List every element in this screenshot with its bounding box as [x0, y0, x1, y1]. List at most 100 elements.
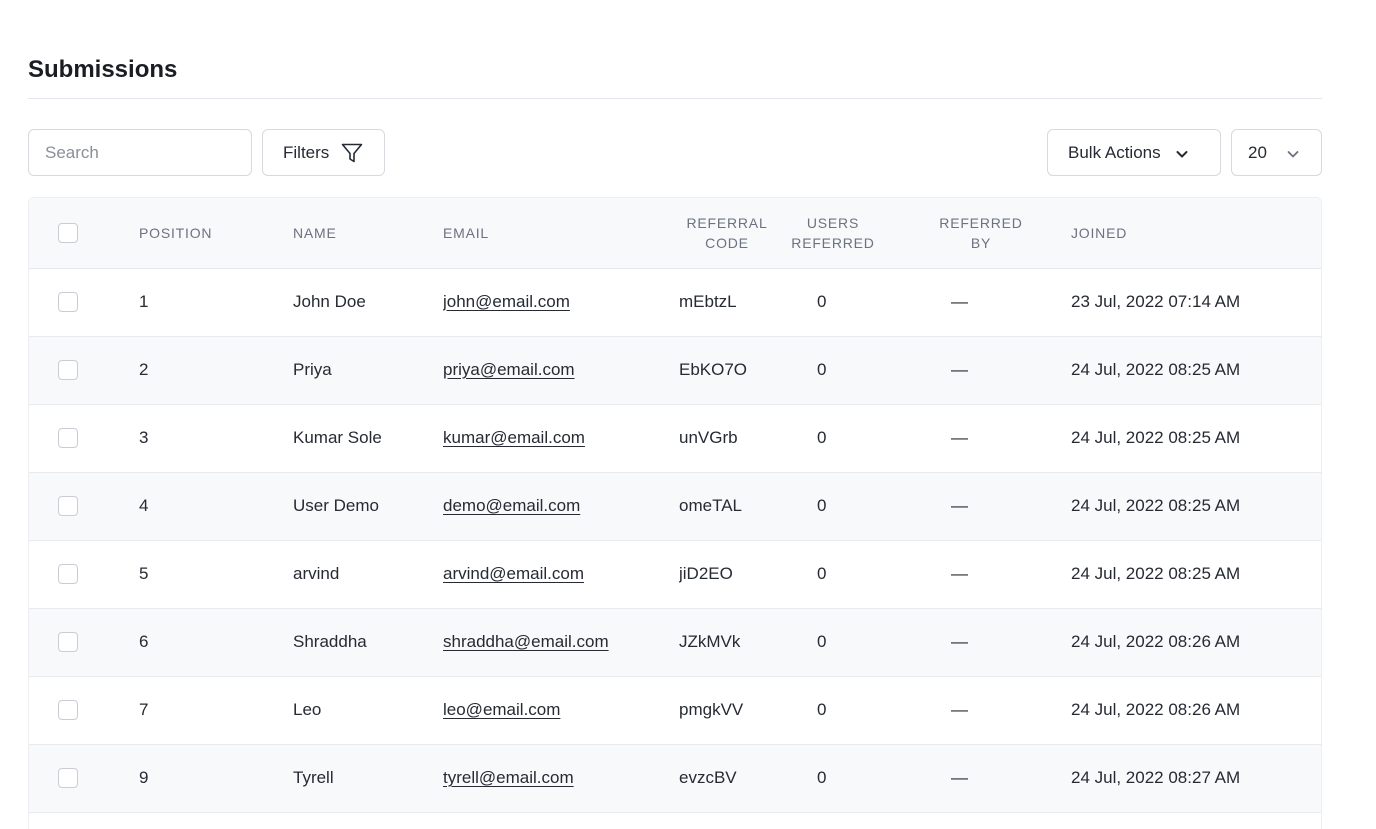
cell-joined: 24 Jul, 2022 08:26 AM	[1071, 632, 1241, 651]
table-row[interactable]: 9 Tyrell tyrell@email.com evzcBV 0 — 24 …	[29, 744, 1321, 812]
cell-referral-code: EbKO7O	[679, 360, 748, 379]
row-checkbox[interactable]	[58, 292, 78, 313]
cell-referred-by: —	[951, 632, 968, 651]
column-header-position[interactable]: POSITION	[139, 198, 293, 269]
filter-funnel-icon	[340, 141, 364, 165]
per-page-value: 20	[1248, 142, 1267, 162]
row-select-cell	[29, 472, 139, 540]
cell-position: 2	[139, 360, 149, 379]
row-select-cell	[29, 676, 139, 744]
cell-referred-by: —	[951, 768, 968, 787]
select-all-cell	[29, 198, 139, 269]
row-select-cell	[29, 404, 139, 472]
email-link[interactable]: arvind@email.com	[443, 564, 584, 583]
chevron-down-icon	[1286, 146, 1300, 160]
chevron-down-icon	[1175, 146, 1189, 160]
cell-referral-code: pmgkVV	[679, 700, 744, 719]
column-header-referral-code[interactable]: REFERRAL CODE	[679, 198, 775, 269]
cell-email: priya@email.com	[443, 336, 679, 404]
table-row[interactable]: 4 User Demo demo@email.com omeTAL 0 — 24…	[29, 472, 1321, 540]
table-row[interactable]: 6 Shraddha shraddha@email.com JZkMVk 0 —…	[29, 608, 1321, 676]
row-select-cell	[29, 336, 139, 404]
cell-name: Kumar Sole	[293, 428, 382, 447]
table-row[interactable]: 2 Priya priya@email.com EbKO7O 0 — 24 Ju…	[29, 336, 1321, 404]
email-link[interactable]: john@email.com	[443, 292, 570, 311]
cell-referred-by: —	[951, 428, 968, 447]
row-checkbox[interactable]	[58, 632, 78, 653]
cell-name: arvind	[293, 564, 340, 583]
cell-referred-by: —	[951, 700, 968, 719]
column-header-referred-by-line2: BY	[970, 234, 992, 251]
cell-email: arvind@email.com	[443, 540, 679, 608]
row-checkbox[interactable]	[58, 768, 78, 789]
table-row[interactable]: 1 John Doe john@email.com mEbtzL 0 — 23 …	[29, 268, 1321, 336]
table-row[interactable]: 3 Kumar Sole kumar@email.com unVGrb 0 — …	[29, 404, 1321, 472]
cell-users-referred: 0	[817, 768, 827, 787]
cell-joined: 24 Jul, 2022 08:27 AM	[1071, 768, 1241, 787]
table-row[interactable]: 5 arvind arvind@email.com jiD2EO 0 — 24 …	[29, 540, 1321, 608]
cell-position: 3	[139, 428, 149, 447]
cell-joined: 24 Jul, 2022 08:25 AM	[1071, 564, 1241, 583]
cell-position: 1	[139, 292, 149, 311]
cell-referred-by: —	[951, 564, 968, 583]
cell-referred-by: —	[951, 292, 968, 311]
column-header-users-referred-line1: USERS	[806, 214, 860, 231]
cell-joined: 24 Jul, 2022 08:25 AM	[1071, 360, 1241, 379]
row-select-cell	[29, 268, 139, 336]
row-checkbox[interactable]	[58, 700, 78, 721]
row-select-cell	[29, 540, 139, 608]
row-checkbox[interactable]	[58, 428, 78, 449]
cell-users-referred: 0	[817, 360, 827, 379]
cell-name: User Demo	[293, 496, 379, 515]
column-header-joined[interactable]: JOINED	[1071, 198, 1321, 269]
row-checkbox[interactable]	[58, 496, 78, 517]
cell-referred-by: —	[951, 360, 968, 379]
search-input[interactable]	[28, 129, 252, 176]
column-header-users-referred[interactable]: USERS REFERRED	[775, 198, 891, 269]
submissions-page: Submissions Filters Bulk Actions 20	[0, 0, 1376, 829]
cell-position: 9	[139, 768, 149, 787]
table-row[interactable]: 7 Leo leo@email.com pmgkVV 0 — 24 Jul, 2…	[29, 676, 1321, 744]
email-link[interactable]: demo@email.com	[443, 496, 580, 515]
email-link[interactable]: shraddha@email.com	[443, 632, 609, 651]
email-link[interactable]: leo@email.com	[443, 700, 560, 719]
cell-referred-by: —	[951, 496, 968, 515]
row-select-cell	[29, 608, 139, 676]
cell-name: Priya	[293, 360, 332, 379]
toolbar: Filters Bulk Actions 20	[28, 129, 1322, 176]
column-header-referral-code-line2: CODE	[705, 234, 749, 251]
bulk-actions-dropdown[interactable]: Bulk Actions	[1047, 129, 1221, 176]
cell-email: tyrell@email.com	[443, 744, 679, 812]
email-link[interactable]: tyrell@email.com	[443, 768, 574, 787]
column-header-email[interactable]: EMAIL	[443, 198, 679, 269]
cell-referral-code: jiD2EO	[679, 564, 733, 583]
row-checkbox[interactable]	[58, 360, 78, 381]
cell-position: 6	[139, 632, 149, 651]
filters-label: Filters	[283, 142, 330, 162]
cell-joined: 24 Jul, 2022 08:25 AM	[1071, 496, 1241, 515]
cell-email: leo@email.com	[443, 676, 679, 744]
select-all-checkbox[interactable]	[58, 223, 78, 244]
cell-users-referred: 0	[817, 564, 827, 583]
per-page-select[interactable]: 20	[1231, 129, 1322, 176]
cell-referral-code: unVGrb	[679, 428, 738, 447]
cell-users-referred: 0	[817, 496, 827, 515]
column-header-referral-code-line1: REFERRAL	[686, 214, 768, 231]
cell-email: demo@email.com	[443, 472, 679, 540]
cell-referral-code: mEbtzL	[679, 292, 737, 311]
cell-position: 5	[139, 564, 149, 583]
cell-joined: 24 Jul, 2022 08:26 AM	[1071, 700, 1241, 719]
column-header-name[interactable]: NAME	[293, 198, 443, 269]
cell-name: Leo	[293, 700, 322, 719]
row-checkbox[interactable]	[58, 564, 78, 585]
cell-name: Tyrell	[293, 768, 334, 787]
cell-position: 4	[139, 496, 149, 515]
cell-name: Shraddha	[293, 632, 367, 651]
bulk-actions-label: Bulk Actions	[1068, 142, 1161, 162]
email-link[interactable]: priya@email.com	[443, 360, 575, 379]
email-link[interactable]: kumar@email.com	[443, 428, 585, 447]
cell-joined: 24 Jul, 2022 08:25 AM	[1071, 428, 1241, 447]
column-header-referred-by[interactable]: REFERRED BY	[891, 198, 1071, 269]
filters-button[interactable]: Filters	[262, 129, 385, 176]
cell-name: John Doe	[293, 292, 366, 311]
